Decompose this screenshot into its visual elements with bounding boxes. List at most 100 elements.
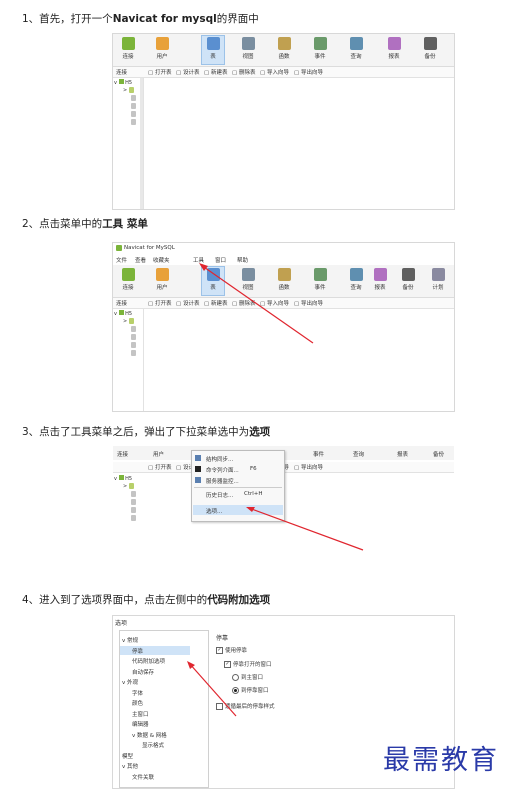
options-nav-item-5[interactable]: 字体 <box>132 689 143 697</box>
toolbar-button-4[interactable]: 函数 <box>273 267 295 295</box>
tree-database-2[interactable] <box>131 499 136 506</box>
checkbox[interactable]: ✓ <box>216 647 223 654</box>
radio-button[interactable] <box>232 687 239 694</box>
toolbar-button-1[interactable]: 用户 <box>151 267 173 295</box>
toolbar-button-2[interactable]: 表 <box>201 35 225 65</box>
subbar-item-2[interactable]: ▢ 新建表 <box>204 299 227 307</box>
options-nav-item-8[interactable]: 编辑器 <box>132 720 149 728</box>
options-nav-item-10[interactable]: 显示格式 <box>142 741 164 749</box>
tree-root[interactable]: v H5 <box>114 310 132 317</box>
subbar-item-4[interactable]: ▢ 导入向导 <box>260 68 289 76</box>
tree-root[interactable]: v H5 <box>114 79 132 86</box>
toolbar-button-2[interactable]: 表 <box>201 266 225 296</box>
option-2[interactable]: 到主窗口 <box>232 673 263 681</box>
toolbar-label: 视图 <box>242 54 254 60</box>
tree-database-0[interactable]: > <box>123 87 134 94</box>
toolbar-icon <box>277 37 291 50</box>
tree-database-3[interactable] <box>131 111 136 118</box>
subbar-item-1[interactable]: ▢ 设计表 <box>176 299 199 307</box>
tree-database-4[interactable] <box>131 350 136 357</box>
database-icon <box>131 507 136 513</box>
toolbar-button-7[interactable]: 报表 <box>383 36 405 64</box>
toolbar-button-8[interactable]: 备份 <box>419 36 441 64</box>
toolbar-button-5[interactable]: 事件 <box>309 267 331 295</box>
toolbar-button-3[interactable]: 视图 <box>237 36 259 64</box>
options-nav-item-1[interactable]: 停靠 <box>132 647 143 655</box>
checkbox[interactable]: ✓ <box>224 661 231 668</box>
option-4[interactable]: 遗循最后的停靠样式 <box>216 702 275 710</box>
menu-0[interactable]: 文件 <box>116 256 127 264</box>
subbar-item-3[interactable]: ▢ 删除表 <box>232 299 255 307</box>
toolbar-label: 备份 <box>424 54 436 60</box>
dropdown-item-2[interactable]: 服务器监控... <box>206 477 239 485</box>
menu-3[interactable]: 工具 <box>193 256 204 264</box>
dropdown-item-4[interactable]: 选项... <box>206 507 222 515</box>
tree-database-4[interactable] <box>131 119 136 126</box>
options-nav-item-3[interactable]: 自动保存 <box>132 668 154 676</box>
menu-1[interactable]: 查看 <box>135 256 146 264</box>
tree-database-1[interactable] <box>131 95 136 102</box>
subbar-item-5[interactable]: ▢ 导出向导 <box>294 299 323 307</box>
toolbar-button-5[interactable]: 事件 <box>309 36 331 64</box>
tree-database-4[interactable] <box>131 515 136 522</box>
top-label-0: 连接 <box>117 452 129 458</box>
options-nav-item-6[interactable]: 颜色 <box>132 699 143 707</box>
toolbar-button-7[interactable]: 报表 <box>369 267 391 295</box>
dropdown-item-1[interactable]: 命令列介面... <box>206 466 239 474</box>
subbar-item-1[interactable]: ▢ 设计表 <box>176 68 199 76</box>
toolbar-button-4[interactable]: 函数 <box>273 36 295 64</box>
dropdown-item-3[interactable]: 历史日志... <box>206 491 233 499</box>
menu-2[interactable]: 收藏夹 <box>153 256 170 264</box>
tree-database-0[interactable]: > <box>123 318 134 325</box>
toolbar-button-9[interactable]: 计划 <box>427 267 449 295</box>
tree-database-1[interactable] <box>131 326 136 333</box>
subbar-item-5[interactable]: ▢ 导出向导 <box>294 68 323 76</box>
option-0[interactable]: ✓ 使用停靠 <box>216 646 247 654</box>
toolbar-button-1[interactable]: 用户 <box>151 36 173 64</box>
subbar-item-4[interactable]: ▢ 导入向导 <box>260 299 289 307</box>
checkbox[interactable] <box>216 703 223 710</box>
option-3[interactable]: 到停靠窗口 <box>232 686 269 694</box>
tree-database-3[interactable] <box>131 507 136 514</box>
subbar-item-5[interactable]: ▢ 导出向导 <box>294 463 323 471</box>
subbar-item-3[interactable]: ▢ 删除表 <box>232 68 255 76</box>
options-nav-item-7[interactable]: 主窗口 <box>132 710 149 718</box>
options-nav-label: 模型 <box>122 753 134 760</box>
tree-database-2[interactable] <box>131 103 136 110</box>
tree-database-3[interactable] <box>131 342 136 349</box>
database-icon <box>128 87 134 93</box>
toolbar-button-6[interactable]: 查询 <box>345 36 367 64</box>
subbar-item-0[interactable]: ▢ 打开表 <box>148 299 171 307</box>
connection-icon <box>118 310 124 315</box>
toolbar-label: 函数 <box>278 285 290 291</box>
tree-database-2[interactable] <box>131 334 136 341</box>
scrollbar[interactable] <box>140 78 143 209</box>
radio-button[interactable] <box>232 674 239 681</box>
screenshot-3: 连接用户事件查询报表备份 ▢ 打开表▢ 设计表▢ 新建表▢ 删除表▢ 导入向导▢… <box>112 445 455 567</box>
options-nav-item-9[interactable]: v 数据 & 网格 <box>132 731 167 739</box>
options-nav-item-12[interactable]: v 其他 <box>122 762 138 770</box>
options-nav-item-0[interactable]: v 常规 <box>122 636 138 644</box>
subbar-item-0[interactable]: ▢ 打开表 <box>148 68 171 76</box>
tree-root[interactable]: v H5 <box>114 475 132 482</box>
subbar-item-0[interactable]: ▢ 打开表 <box>148 463 171 471</box>
option-1[interactable]: ✓ 停靠打开的窗口 <box>224 660 272 668</box>
options-nav-item-13[interactable]: 文件关联 <box>132 773 154 781</box>
toolbar-button-0[interactable]: 连接 <box>117 36 139 64</box>
subbar-item-2[interactable]: ▢ 新建表 <box>204 68 227 76</box>
toolbar-button-3[interactable]: 视图 <box>237 267 259 295</box>
options-nav-item-11[interactable]: 模型 <box>122 752 133 760</box>
toolbar-label: 连接 <box>122 285 134 291</box>
menu-4[interactable]: 窗口 <box>215 256 226 264</box>
tree-database-0[interactable]: > <box>123 483 134 490</box>
toolbar-button-6[interactable]: 查询 <box>345 267 367 295</box>
toolbar-button-0[interactable]: 连接 <box>117 267 139 295</box>
menu-5[interactable]: 帮助 <box>237 256 248 264</box>
options-nav-item-4[interactable]: v 外观 <box>122 678 138 686</box>
toolbar-button-8[interactable]: 备份 <box>397 267 419 295</box>
toolbar-icon <box>206 37 220 50</box>
options-nav-label: 其他 <box>127 764 139 770</box>
dropdown-item-0[interactable]: 结构同步... <box>206 455 233 463</box>
tree-database-1[interactable] <box>131 491 136 498</box>
options-nav-item-2[interactable]: 代码附加选项 <box>132 657 165 665</box>
